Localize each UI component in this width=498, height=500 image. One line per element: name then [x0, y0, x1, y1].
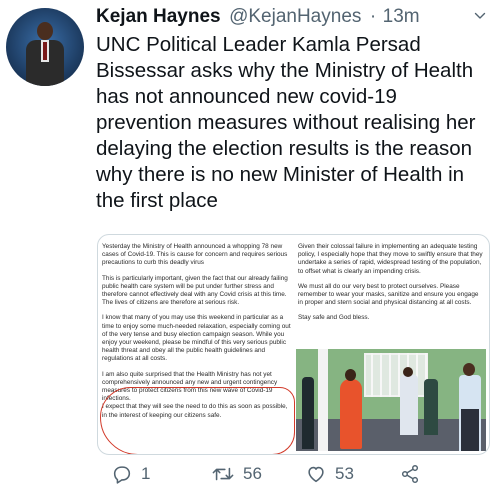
photo-person-orange-dress — [340, 379, 362, 449]
like-button[interactable]: 53 — [305, 462, 354, 486]
photo-person — [302, 377, 314, 449]
share-icon — [401, 465, 419, 483]
photo-person-legs — [461, 409, 479, 451]
author-name[interactable]: Kejan Haynes — [96, 6, 221, 27]
statement-paragraph: Given their colossal failure in implemen… — [298, 243, 483, 275]
avatar[interactable] — [6, 8, 84, 86]
statement-paragraph: We must all do our very best to protect … — [298, 282, 479, 307]
chevron-down-icon[interactable] — [474, 10, 486, 22]
photo-person — [424, 379, 438, 435]
photo-person-head — [403, 367, 413, 377]
statement-paragraph: Stay safe and God bless. — [298, 314, 370, 322]
tweet-header: Kejan Haynes @KejanHaynes · 13m — [96, 6, 488, 32]
avatar-tie — [43, 42, 47, 60]
statement-paragraph: Yesterday the Ministry of Health announc… — [102, 243, 288, 267]
reply-button[interactable]: 1 — [111, 462, 150, 486]
heart-icon — [308, 466, 324, 483]
tweet-text: UNC Political Leader Kamla Persad Bisses… — [96, 33, 476, 212]
statement-paragraph: This is particularly important, given th… — [102, 274, 288, 307]
reply-count: 1 — [141, 464, 151, 483]
retweet-button[interactable]: 56 — [211, 462, 262, 486]
red-annotation-circle — [100, 387, 295, 454]
share-button[interactable] — [399, 462, 421, 486]
inspection-photo — [296, 349, 486, 451]
statement-right-column: Given their colossal failure in implemen… — [298, 243, 483, 330]
tweet-time[interactable]: 13m — [383, 6, 420, 27]
retweet-icon — [212, 467, 234, 481]
photo-window-bars — [364, 353, 428, 397]
like-count: 53 — [335, 464, 354, 483]
retweet-count: 56 — [243, 464, 262, 483]
tweet-actions: 1 56 53 — [97, 462, 488, 486]
author-handle[interactable]: @KejanHaynes — [229, 6, 361, 27]
separator-dot: · — [369, 6, 377, 27]
avatar-head — [37, 22, 53, 40]
photo-pillar — [318, 349, 328, 451]
photo-person-head — [463, 363, 475, 376]
tweet-media-image[interactable]: Yesterday the Ministry of Health announc… — [97, 234, 490, 455]
photo-person-head — [345, 369, 356, 381]
statement-paragraph: I know that many of you may use this wee… — [102, 314, 291, 363]
photo-person — [400, 375, 418, 435]
reply-icon — [113, 466, 131, 484]
